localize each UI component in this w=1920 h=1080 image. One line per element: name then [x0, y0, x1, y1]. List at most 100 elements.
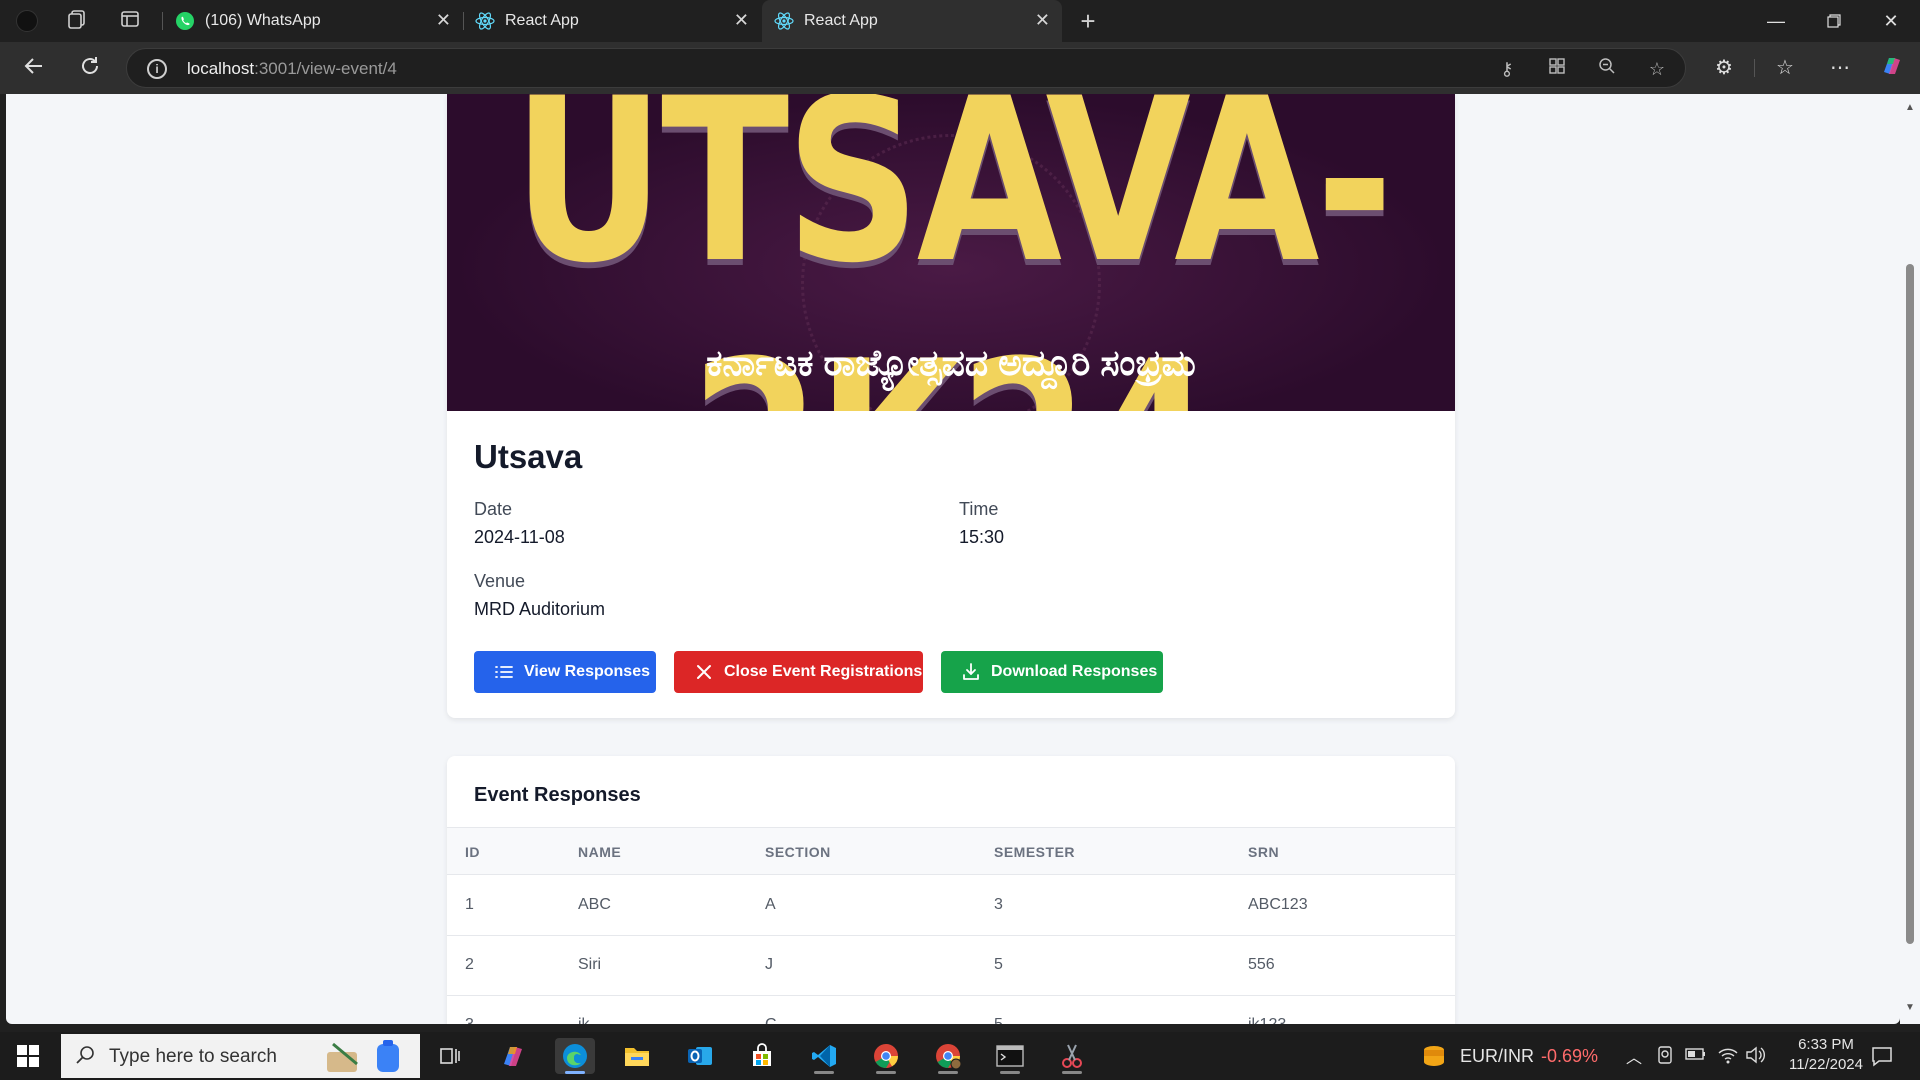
- tab-whatsapp[interactable]: (106) WhatsApp ✕: [163, 0, 463, 42]
- scrollbar-thumb[interactable]: [1906, 264, 1914, 944]
- copilot-taskbar-icon[interactable]: [493, 1038, 533, 1074]
- notifications-icon[interactable]: [1870, 1044, 1894, 1073]
- tab-title: React App: [505, 12, 579, 29]
- microsoft-store-icon[interactable]: [742, 1038, 782, 1074]
- extensions-icon[interactable]: ⚙: [1710, 54, 1738, 82]
- scroll-up-arrow-icon[interactable]: ▲: [1904, 102, 1916, 113]
- taskbar-search-box[interactable]: Type here to search: [61, 1034, 420, 1078]
- clock-time[interactable]: 6:33 PM: [1786, 1036, 1866, 1053]
- close-tab-icon[interactable]: ✕: [734, 10, 749, 31]
- collections-icon[interactable]: [64, 8, 90, 34]
- download-responses-button[interactable]: Download Responses: [941, 651, 1163, 693]
- vscode-icon[interactable]: [804, 1038, 844, 1074]
- favorites-icon[interactable]: ☆: [1771, 54, 1799, 82]
- cell-section: A: [765, 896, 776, 913]
- chrome-icon[interactable]: [866, 1038, 906, 1074]
- windows-start-icon[interactable]: [16, 1044, 40, 1068]
- back-arrow-icon[interactable]: [20, 54, 48, 82]
- cell-srn: jk123: [1248, 1016, 1286, 1024]
- volume-icon[interactable]: [1744, 1045, 1766, 1070]
- tab-react-app-active[interactable]: React App ✕: [762, 0, 1062, 42]
- page-viewport: UTSAVA-2K24 UTSAVA-2K24 ಕರ್ನಾಟಕ ರಾಜ್ಯೋತ್…: [6, 94, 1900, 1024]
- currency-widget-icon[interactable]: [1420, 1042, 1448, 1075]
- wifi-icon[interactable]: [1717, 1045, 1739, 1070]
- favorite-star-icon[interactable]: ☆: [1645, 57, 1669, 81]
- cell-section: J: [765, 956, 773, 973]
- url-text[interactable]: localhost:3001/view-event/4: [187, 59, 397, 79]
- event-details-card: UTSAVA-2K24 UTSAVA-2K24 ಕರ್ನಾಟಕ ರಾಜ್ಯೋತ್…: [447, 94, 1455, 718]
- close-tab-icon[interactable]: ✕: [436, 10, 451, 31]
- url-host: localhost: [187, 59, 255, 78]
- new-tab-icon[interactable]: +: [1075, 8, 1101, 34]
- edge-taskbar-icon[interactable]: [555, 1038, 595, 1074]
- cell-semester: 5: [994, 1016, 1003, 1024]
- download-responses-label: Download Responses: [991, 663, 1158, 680]
- zoom-out-icon[interactable]: [1595, 57, 1619, 81]
- cell-semester: 5: [994, 956, 1003, 973]
- active-indicator: [814, 1071, 834, 1074]
- more-menu-icon[interactable]: ⋯: [1826, 54, 1854, 82]
- address-bar[interactable]: i localhost:3001/view-event/4 ⚷ ☆: [126, 48, 1686, 88]
- cell-section: C: [765, 1016, 777, 1024]
- snipping-tool-icon[interactable]: [1052, 1038, 1092, 1074]
- clock-date[interactable]: 11/22/2024: [1776, 1056, 1876, 1073]
- task-view-icon[interactable]: [430, 1038, 470, 1074]
- site-info-icon[interactable]: i: [147, 59, 167, 79]
- terminal-icon[interactable]: [990, 1038, 1030, 1074]
- close-registrations-button[interactable]: Close Event Registrations: [674, 651, 923, 693]
- venue-value: MRD Auditorium: [474, 599, 606, 619]
- cell-id: 1: [465, 896, 474, 913]
- cell-srn: ABC123: [1248, 896, 1308, 913]
- minimize-icon[interactable]: —: [1747, 0, 1805, 42]
- page-scrollbar[interactable]: ▲ ▼: [1900, 94, 1920, 1024]
- battery-icon[interactable]: [1685, 1046, 1707, 1067]
- column-header-semester: SEMESTER: [994, 844, 1076, 860]
- list-icon: [494, 662, 514, 682]
- scroll-down-arrow-icon[interactable]: ▼: [1904, 1002, 1916, 1013]
- ticker-name[interactable]: EUR/INR: [1460, 1046, 1534, 1067]
- cell-name: Siri: [578, 956, 602, 973]
- meet-now-icon[interactable]: [1656, 1045, 1674, 1070]
- view-responses-button[interactable]: View Responses: [474, 651, 656, 693]
- search-placeholder: Type here to search: [109, 1046, 277, 1067]
- cell-name: jk: [578, 1016, 590, 1024]
- cell-semester: 3: [994, 896, 1003, 913]
- date-label: Date: [474, 499, 513, 519]
- table-row: 1 ABC A 3 ABC123: [447, 876, 1455, 936]
- tab-actions-icon[interactable]: [117, 8, 143, 34]
- refresh-icon[interactable]: [76, 54, 104, 82]
- active-indicator: [876, 1071, 896, 1074]
- banner-subtitle: ಕರ್ನಾಟಕ ರಾಜ್ಯೋತ್ಸವದ ಅದ್ದೂರಿ ಸಂಭ್ರಮ: [706, 342, 1196, 383]
- file-explorer-icon[interactable]: [617, 1038, 657, 1074]
- responses-table-header: ID NAME SECTION SEMESTER SRN: [447, 827, 1455, 875]
- active-indicator: [1062, 1071, 1082, 1074]
- app-available-icon[interactable]: [1545, 57, 1569, 81]
- cell-id: 3: [465, 1016, 474, 1024]
- date-value: 2024-11-08: [474, 527, 565, 547]
- column-header-section: SECTION: [765, 844, 831, 860]
- profile-avatar-icon[interactable]: [14, 8, 40, 34]
- close-window-icon[interactable]: ✕: [1862, 0, 1920, 42]
- react-icon: [774, 11, 794, 31]
- table-row: 3 jk C 5 jk123: [447, 996, 1455, 1024]
- close-registrations-label: Close Event Registrations: [724, 663, 923, 680]
- browser-toolbar: i localhost:3001/view-event/4 ⚷ ☆ ⚙ ☆ ⋯: [0, 42, 1920, 94]
- chrome-profile-icon[interactable]: [928, 1038, 968, 1074]
- copilot-icon[interactable]: [1878, 54, 1906, 82]
- close-x-icon: [694, 662, 714, 682]
- windows-taskbar: Type here to search EUR/INR -0.69% ︿ 6:3…: [0, 1032, 1920, 1080]
- close-tab-icon[interactable]: ✕: [1035, 10, 1050, 31]
- tab-title: React App: [804, 12, 878, 29]
- download-icon: [961, 662, 981, 682]
- show-hidden-icons-chevron-icon[interactable]: ︿: [1626, 1044, 1642, 1068]
- event-responses-card: Event Responses ID NAME SECTION SEMESTER…: [447, 756, 1455, 1024]
- outlook-icon[interactable]: [680, 1038, 720, 1074]
- table-row: 2 Siri J 5 556: [447, 936, 1455, 996]
- tab-react-app[interactable]: React App ✕: [463, 0, 761, 42]
- column-header-id: ID: [465, 844, 480, 860]
- event-title: Utsava: [474, 438, 583, 475]
- cell-name: ABC: [578, 896, 611, 913]
- restore-icon[interactable]: [1805, 0, 1863, 42]
- ticker-change[interactable]: -0.69%: [1541, 1046, 1598, 1067]
- password-key-icon[interactable]: ⚷: [1495, 57, 1519, 81]
